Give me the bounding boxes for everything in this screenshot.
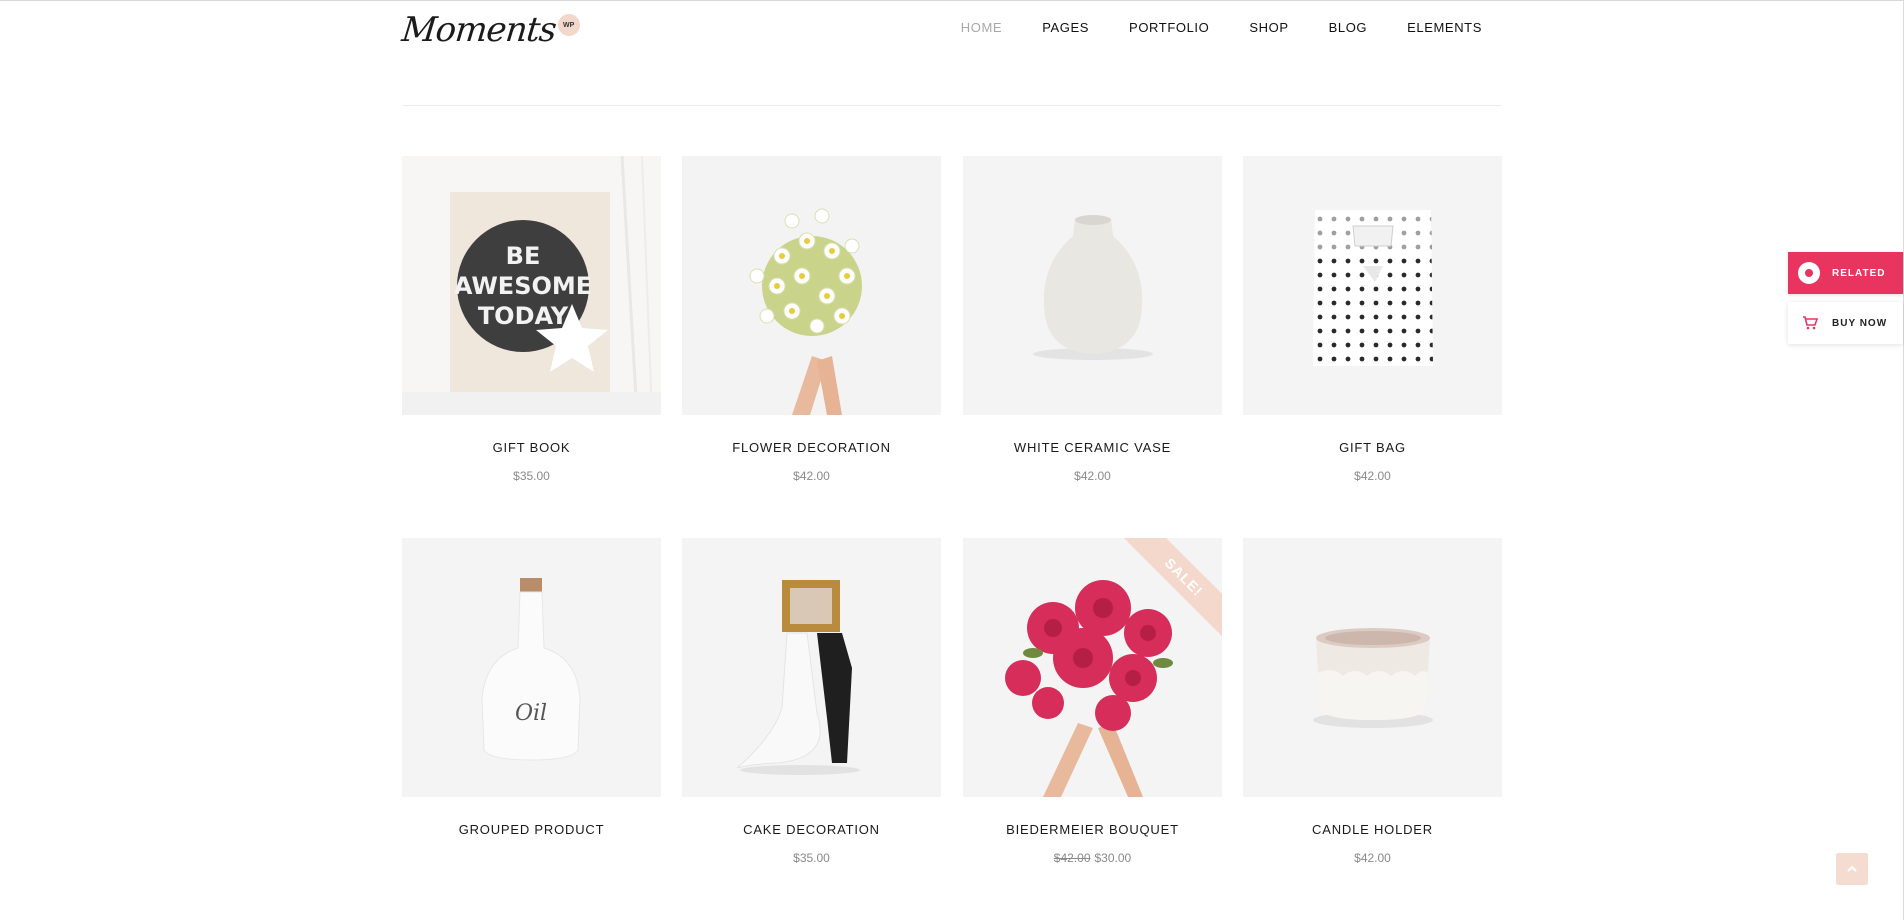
buy-now-widget[interactable]: BUY NOW (1788, 302, 1903, 344)
product-title[interactable]: BIEDERMEIER BOUQUET (963, 822, 1222, 837)
product-card: CANDLE HOLDER $42.00 (1243, 538, 1502, 865)
chevron-up-icon (1847, 865, 1857, 872)
sign-line-2: AWESOME (454, 272, 592, 300)
back-to-top-button[interactable] (1836, 853, 1868, 885)
candle-holder-image (1243, 538, 1502, 797)
product-image[interactable]: SALE! (963, 538, 1222, 797)
product-title[interactable]: GIFT BOOK (402, 440, 661, 455)
nav-item-blog[interactable]: BLOG (1329, 20, 1368, 35)
product-card: SALE! BIEDERMEIER BOUQUET $42.00 $30.00 (963, 538, 1222, 865)
price-current: $30.00 (1094, 851, 1132, 865)
product-image[interactable]: BE AWESOME TODAY (402, 156, 661, 415)
product-price: $42.00 (963, 469, 1222, 483)
nav-item-portfolio[interactable]: PORTFOLIO (1129, 20, 1209, 35)
nav-item-elements[interactable]: ELEMENTS (1407, 20, 1482, 35)
product-card: Oil GROUPED PRODUCT (402, 538, 661, 851)
price-current: $42.00 (1354, 851, 1391, 865)
logo-badge: WP (557, 14, 580, 36)
product-image[interactable] (1243, 538, 1502, 797)
bottle-label: Oil (515, 701, 547, 726)
cake-decoration-image (682, 538, 941, 797)
site-logo[interactable]: Moments WP (399, 10, 580, 50)
product-image[interactable]: Oil (402, 538, 661, 797)
product-card: WHITE CERAMIC VASE $42.00 (963, 156, 1222, 483)
gift-book-image: BE AWESOME TODAY (402, 156, 661, 415)
flower-decoration-image (682, 156, 941, 415)
price-current: $35.00 (793, 851, 830, 865)
related-widget[interactable]: RELATED (1788, 252, 1903, 294)
white-ceramic-vase-image (963, 156, 1222, 415)
related-icon (1798, 262, 1820, 284)
product-title[interactable]: CAKE DECORATION (682, 822, 941, 837)
product-price: $42.00 (1243, 851, 1502, 865)
price-old: $42.00 (1053, 851, 1091, 865)
product-card: BE AWESOME TODAY GIFT BOOK $35.00 (402, 156, 661, 483)
nav-item-shop[interactable]: SHOP (1249, 20, 1288, 35)
product-card: CAKE DECORATION $35.00 (682, 538, 941, 865)
related-label: RELATED (1832, 267, 1886, 279)
product-image[interactable] (682, 156, 941, 415)
sign-line-1: BE (506, 242, 541, 270)
product-title[interactable]: GROUPED PRODUCT (402, 822, 661, 837)
price-current: $35.00 (513, 469, 550, 483)
product-title[interactable]: FLOWER DECORATION (682, 440, 941, 455)
product-price: $42.00 (1243, 469, 1502, 483)
product-image[interactable] (963, 156, 1222, 415)
site-header: Moments WP HOME PAGES PORTFOLIO SHOP BLO… (399, 0, 1502, 106)
price-current: $42.00 (1074, 469, 1111, 483)
nav-item-home[interactable]: HOME (961, 20, 1002, 35)
product-price: $42.00 $30.00 (963, 851, 1222, 865)
price-current: $42.00 (793, 469, 830, 483)
grouped-product-image: Oil (402, 538, 661, 797)
product-price: $35.00 (682, 851, 941, 865)
nav-item-pages[interactable]: PAGES (1042, 20, 1089, 35)
product-title[interactable]: GIFT BAG (1243, 440, 1502, 455)
gift-bag-image (1243, 156, 1502, 415)
product-card: GIFT BAG $42.00 (1243, 156, 1502, 483)
sign-line-3: TODAY (478, 302, 569, 330)
product-price: $35.00 (402, 469, 661, 483)
price-current: $42.00 (1354, 469, 1391, 483)
product-title[interactable]: WHITE CERAMIC VASE (963, 440, 1222, 455)
product-card: FLOWER DECORATION $42.00 (682, 156, 941, 483)
cart-icon (1803, 316, 1818, 330)
main-nav: HOME PAGES PORTFOLIO SHOP BLOG ELEMENTS (921, 20, 1482, 35)
logo-text: Moments (399, 10, 558, 50)
product-image[interactable] (682, 538, 941, 797)
product-image[interactable] (1243, 156, 1502, 415)
product-title[interactable]: CANDLE HOLDER (1243, 822, 1502, 837)
buy-now-label: BUY NOW (1832, 317, 1888, 329)
product-price: $42.00 (682, 469, 941, 483)
